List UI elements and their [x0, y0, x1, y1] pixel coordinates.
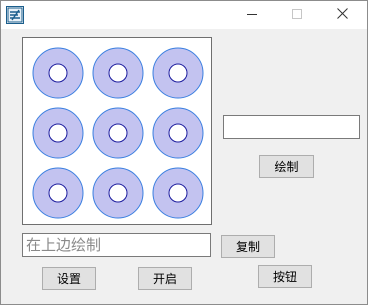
ring-shape [32, 167, 84, 219]
draw-button[interactable]: 绘制 [259, 155, 314, 178]
ring-grid [32, 47, 204, 219]
title-bar [1, 1, 367, 29]
app-window: 绘制 在上边绘制 复制 设置 开启 按钮 [0, 0, 368, 305]
ring-shape [92, 167, 144, 219]
close-button[interactable] [320, 1, 364, 29]
ring-shape [152, 107, 204, 159]
drawing-canvas[interactable] [22, 37, 212, 225]
start-button[interactable]: 开启 [138, 267, 192, 290]
right-input[interactable] [223, 115, 360, 139]
ring-shape [32, 107, 84, 159]
ring-hole [48, 183, 68, 203]
app-icon [6, 6, 24, 24]
ring-shape [92, 47, 144, 99]
ring-hole [168, 63, 188, 83]
ring-hole [48, 63, 68, 83]
ring-shape [32, 47, 84, 99]
caption-text-field[interactable]: 在上边绘制 [22, 233, 211, 257]
settings-button[interactable]: 设置 [42, 267, 96, 290]
ring-shape [152, 47, 204, 99]
minimize-button[interactable] [230, 1, 274, 29]
ring-hole [168, 183, 188, 203]
close-icon [336, 8, 348, 22]
maximize-icon [292, 8, 302, 22]
minimize-icon [247, 8, 257, 22]
ring-hole [168, 123, 188, 143]
ring-hole [108, 63, 128, 83]
client-area: 绘制 在上边绘制 复制 设置 开启 按钮 [1, 29, 367, 304]
generic-button[interactable]: 按钮 [258, 265, 312, 288]
copy-button[interactable]: 复制 [221, 235, 275, 258]
ring-hole [108, 183, 128, 203]
caption-text: 在上边绘制 [26, 236, 102, 254]
ring-hole [48, 123, 68, 143]
ring-hole [108, 123, 128, 143]
maximize-button[interactable] [275, 1, 319, 29]
ring-shape [92, 107, 144, 159]
ring-shape [152, 167, 204, 219]
